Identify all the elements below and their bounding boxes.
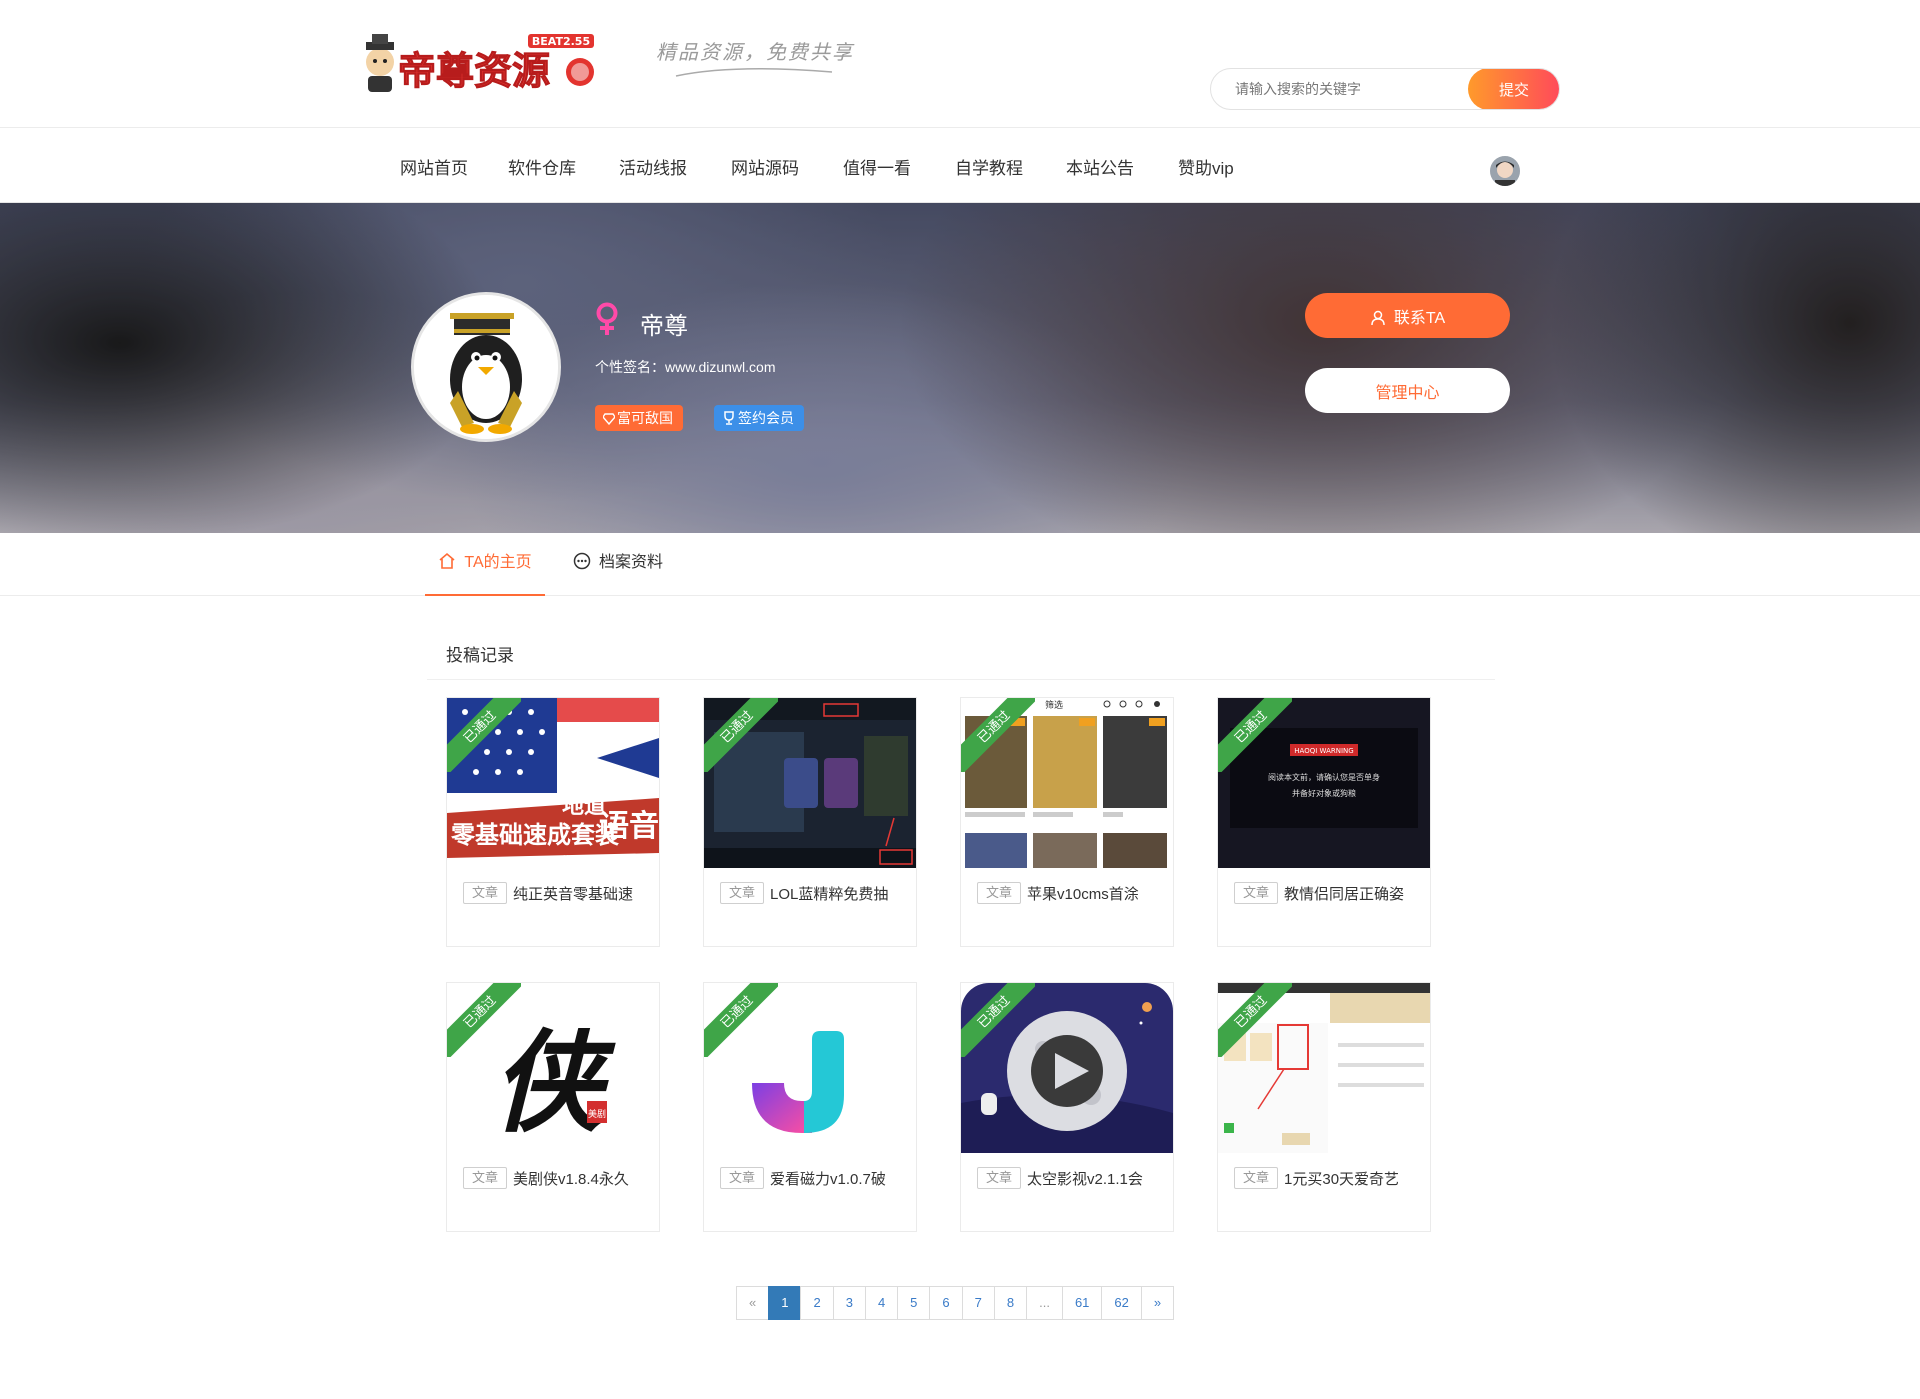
post-thumbnail[interactable]: 侠 美剧 已通过 <box>447 983 659 1153</box>
category-tag[interactable]: 文章 <box>1234 1167 1279 1189</box>
svg-text:语音: 语音 <box>599 809 659 844</box>
post-thumbnail[interactable]: 已通过 <box>704 698 916 868</box>
post-title[interactable]: 教情侣同居正确姿 <box>1284 883 1404 904</box>
search-box: 提交 <box>1210 68 1560 110</box>
site-logo[interactable]: BEAT2.55 帝尊资源 <box>358 30 603 94</box>
svg-text:BEAT2.55: BEAT2.55 <box>532 35 590 48</box>
status-ribbon: 已通过 <box>704 698 778 772</box>
pagination-page[interactable]: 7 <box>961 1286 995 1320</box>
nav-item-software[interactable]: 软件仓库 <box>508 154 576 179</box>
logo-text: 帝尊资源 <box>398 49 550 93</box>
badge-rich: 富可敌国 <box>595 405 683 431</box>
category-tag[interactable]: 文章 <box>720 1167 765 1189</box>
profile-banner <box>0 203 1920 533</box>
post-card[interactable]: 已通过 文章 爱看磁力v1.0.7破 <box>703 982 917 1232</box>
category-tag[interactable]: 文章 <box>1234 882 1279 904</box>
contact-button[interactable]: 联系TA <box>1305 293 1510 338</box>
profile-username: 帝尊 <box>640 313 688 340</box>
svg-text:HAOQI WARNING: HAOQI WARNING <box>1294 747 1353 755</box>
pagination-page[interactable]: 8 <box>993 1286 1028 1320</box>
nav-item-activities[interactable]: 活动线报 <box>619 154 687 179</box>
search-submit-button[interactable]: 提交 <box>1468 69 1559 109</box>
nav-item-tutorials[interactable]: 自学教程 <box>955 154 1023 179</box>
pagination: « 1 2 3 4 5 6 7 8 ... 61 62 » <box>736 1286 1175 1320</box>
site-slogan: 精品资源，免费共享 <box>656 30 852 90</box>
post-title[interactable]: 纯正英音零基础速 <box>513 883 633 904</box>
tab-profile-info[interactable]: 档案资料 <box>573 533 663 596</box>
status-ribbon: 已通过 <box>447 983 521 1057</box>
pagination-page[interactable]: 3 <box>832 1286 866 1320</box>
pagination-page[interactable]: 5 <box>897 1286 931 1320</box>
user-avatar[interactable] <box>1490 156 1520 186</box>
post-card[interactable]: 筛选 已通过 文章 苹果v10cms首涂 <box>960 697 1174 947</box>
status-ribbon: 已通过 <box>1218 983 1292 1057</box>
status-ribbon: 已通过 <box>704 983 778 1057</box>
post-card[interactable]: 已通过 文章 LOL蓝精粹免费抽 <box>703 697 917 947</box>
trophy-icon <box>724 411 734 425</box>
post-title[interactable]: 1元买30天爱奇艺 <box>1284 1168 1399 1189</box>
post-card[interactable]: 侠 美剧 已通过 文章 美剧侠v1.8.4永久 <box>446 982 660 1232</box>
post-thumbnail[interactable]: 地道 零基础速成套装 语音 英音+美音 已通过 <box>447 698 659 868</box>
post-title[interactable]: LOL蓝精粹免费抽 <box>770 883 888 904</box>
post-thumbnail[interactable]: 筛选 已通过 <box>961 698 1173 868</box>
section-divider <box>427 679 1495 680</box>
post-thumbnail[interactable]: 已通过 <box>704 983 916 1153</box>
post-thumbnail[interactable]: 已通过 <box>1218 983 1430 1153</box>
post-title[interactable]: 太空影视v2.1.1会 <box>1027 1168 1143 1189</box>
search-input[interactable] <box>1211 69 1471 109</box>
status-ribbon: 已通过 <box>961 983 1035 1057</box>
nav-item-source-code[interactable]: 网站源码 <box>731 154 799 179</box>
nav-item-sponsor-vip[interactable]: 赞助vip <box>1178 154 1234 179</box>
category-tag[interactable]: 文章 <box>977 882 1022 904</box>
category-tag[interactable]: 文章 <box>977 1167 1022 1189</box>
svg-text:美剧: 美剧 <box>588 1108 606 1120</box>
pagination-prev[interactable]: « <box>736 1286 770 1320</box>
pagination-next[interactable]: » <box>1140 1286 1175 1320</box>
post-card[interactable]: 已通过 文章 太空影视v2.1.1会 <box>960 982 1174 1232</box>
badge-vip: 签约会员 <box>714 405 804 431</box>
category-tag[interactable]: 文章 <box>463 1167 508 1189</box>
site-header: BEAT2.55 帝尊资源 精品资源，免费共享 提交 <box>0 0 1920 128</box>
section-title: 投稿记录 <box>446 646 514 665</box>
post-card[interactable]: 地道 零基础速成套装 语音 英音+美音 已通过 文章 纯正英音零基础速 <box>446 697 660 947</box>
pagination-page[interactable]: 62 <box>1101 1286 1142 1320</box>
svg-text:筛选: 筛选 <box>1045 699 1063 711</box>
pagination-page[interactable]: 1 <box>768 1286 802 1320</box>
main-nav: 网站首页 软件仓库 活动线报 网站源码 值得一看 自学教程 本站公告 赞助vip <box>0 129 1920 203</box>
admin-center-button[interactable]: 管理中心 <box>1305 368 1510 413</box>
nav-item-home[interactable]: 网站首页 <box>400 154 468 179</box>
user-icon <box>1371 310 1385 325</box>
diamond-icon <box>602 413 616 426</box>
profile-avatar <box>411 292 561 442</box>
pagination-page[interactable]: 61 <box>1061 1286 1103 1320</box>
home-icon <box>439 552 455 569</box>
status-ribbon: 已通过 <box>1218 698 1292 772</box>
more-circle-icon <box>573 552 591 570</box>
nav-item-worth-watching[interactable]: 值得一看 <box>843 154 911 179</box>
pagination-page[interactable]: 4 <box>864 1286 899 1320</box>
post-title[interactable]: 美剧侠v1.8.4永久 <box>513 1168 629 1189</box>
profile-tabs: TA的主页 档案资料 <box>0 533 1920 596</box>
post-card[interactable]: HAOQI WARNING 阅读本文前，请确认您是否单身 并备好对象或狗粮 已通… <box>1217 697 1431 947</box>
pagination-ellipsis: ... <box>1026 1286 1063 1320</box>
profile-signature: 个性签名：www.dizunwl.com <box>595 359 776 375</box>
nav-item-announcements[interactable]: 本站公告 <box>1066 154 1134 179</box>
category-tag[interactable]: 文章 <box>463 882 508 904</box>
post-card[interactable]: 已通过 文章 1元买30天爱奇艺 <box>1217 982 1431 1232</box>
post-thumbnail[interactable]: HAOQI WARNING 阅读本文前，请确认您是否单身 并备好对象或狗粮 已通… <box>1218 698 1430 868</box>
svg-text:并备好对象或狗粮: 并备好对象或狗粮 <box>1292 788 1356 798</box>
post-title[interactable]: 爱看磁力v1.0.7破 <box>770 1168 886 1189</box>
post-thumbnail[interactable]: 已通过 <box>961 983 1173 1153</box>
svg-text:零基础速成套装: 零基础速成套装 <box>450 821 619 849</box>
category-tag[interactable]: 文章 <box>720 882 765 904</box>
post-title[interactable]: 苹果v10cms首涂 <box>1027 883 1139 904</box>
status-ribbon: 已通过 <box>447 698 521 772</box>
status-ribbon: 已通过 <box>961 698 1035 772</box>
pagination-page[interactable]: 6 <box>929 1286 963 1320</box>
female-icon <box>596 302 618 335</box>
svg-text:阅读本文前，请确认您是否单身: 阅读本文前，请确认您是否单身 <box>1268 772 1380 782</box>
svg-text:英音+美音: 英音+美音 <box>561 854 609 867</box>
pagination-page[interactable]: 2 <box>800 1286 834 1320</box>
tab-home[interactable]: TA的主页 <box>425 533 545 596</box>
